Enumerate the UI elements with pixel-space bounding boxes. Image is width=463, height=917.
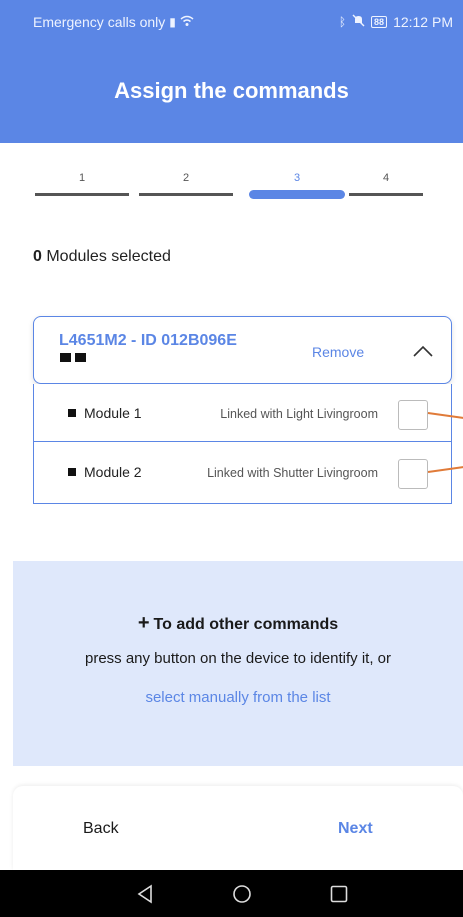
select-manually-link[interactable]: select manually from the list — [13, 689, 463, 706]
nav-back-icon[interactable] — [136, 884, 156, 904]
step-bar — [35, 193, 129, 196]
step-number: 1 — [78, 172, 86, 184]
next-button[interactable]: Next — [338, 820, 373, 838]
sim-alert-icon: ▮ — [169, 15, 176, 29]
page-title: Assign the commands — [114, 78, 349, 103]
module-bullet-icon — [68, 409, 76, 417]
stepper: 1 2 3 4 — [33, 165, 425, 205]
step-number: 3 — [293, 172, 301, 184]
module-name: Module 1 — [84, 405, 142, 421]
module-link-text: Linked with Light Livingroom — [220, 407, 378, 421]
selected-count-number: 0 — [33, 248, 42, 265]
module-link-text: Linked with Shutter Livingroom — [207, 466, 378, 480]
annotation-line — [427, 412, 463, 419]
module-row[interactable]: Module 1 Linked with Light Livingroom — [34, 384, 463, 442]
step-4[interactable]: 4 — [347, 165, 425, 205]
device-card[interactable]: L4651M2 - ID 012B096E Remove — [33, 316, 452, 384]
status-bar: Emergency calls only ▮ ᛒ 88 12:12 PM — [0, 0, 463, 46]
module-checkbox[interactable] — [398, 459, 428, 489]
header: Emergency calls only ▮ ᛒ 88 12:12 PM Ass… — [0, 0, 463, 143]
chevron-up-icon[interactable] — [411, 339, 435, 363]
status-left: Emergency calls only ▮ — [33, 14, 194, 30]
wifi-icon — [180, 15, 194, 30]
remove-button[interactable]: Remove — [312, 344, 364, 360]
module-list: Module 1 Linked with Light Livingroom Mo… — [33, 384, 463, 504]
step-1[interactable]: 1 — [33, 165, 131, 205]
step-2[interactable]: 2 — [137, 165, 235, 205]
battery-icon: 88 — [371, 16, 388, 28]
step-bar — [139, 193, 233, 196]
add-commands-title-text: To add other commands — [153, 616, 339, 633]
step-number: 4 — [382, 172, 390, 184]
selected-count: 0 Modules selected — [33, 248, 171, 266]
mute-icon — [352, 14, 365, 30]
status-right: ᛒ 88 12:12 PM — [339, 14, 453, 30]
device-module-squares-icon — [60, 353, 86, 362]
bluetooth-icon: ᛒ — [338, 15, 347, 29]
add-commands-panel: + To add other commands press any button … — [13, 561, 463, 766]
clock: 12:12 PM — [393, 14, 453, 30]
step-bar-active — [249, 190, 345, 199]
nav-home-icon[interactable] — [232, 884, 252, 904]
bottom-action-bar: Back Next — [13, 786, 463, 870]
step-bar — [349, 193, 423, 196]
annotation-line — [427, 465, 463, 473]
back-button[interactable]: Back — [83, 820, 119, 838]
system-nav-bar — [0, 870, 463, 917]
add-commands-title: + To add other commands — [13, 612, 463, 635]
step-3[interactable]: 3 — [241, 165, 353, 205]
carrier-text: Emergency calls only — [33, 14, 166, 30]
add-commands-instructions: press any button on the device to identi… — [84, 650, 391, 667]
step-number: 2 — [182, 172, 190, 184]
device-title: L4651M2 - ID 012B096E — [59, 332, 237, 349]
module-name: Module 2 — [84, 464, 142, 480]
module-checkbox[interactable] — [398, 400, 428, 430]
nav-recents-icon[interactable] — [329, 884, 349, 904]
module-row[interactable]: Module 2 Linked with Shutter Livingroom — [34, 443, 463, 501]
plus-icon: + — [137, 612, 150, 634]
selected-count-label: Modules selected — [41, 248, 171, 265]
module-bullet-icon — [68, 468, 76, 476]
